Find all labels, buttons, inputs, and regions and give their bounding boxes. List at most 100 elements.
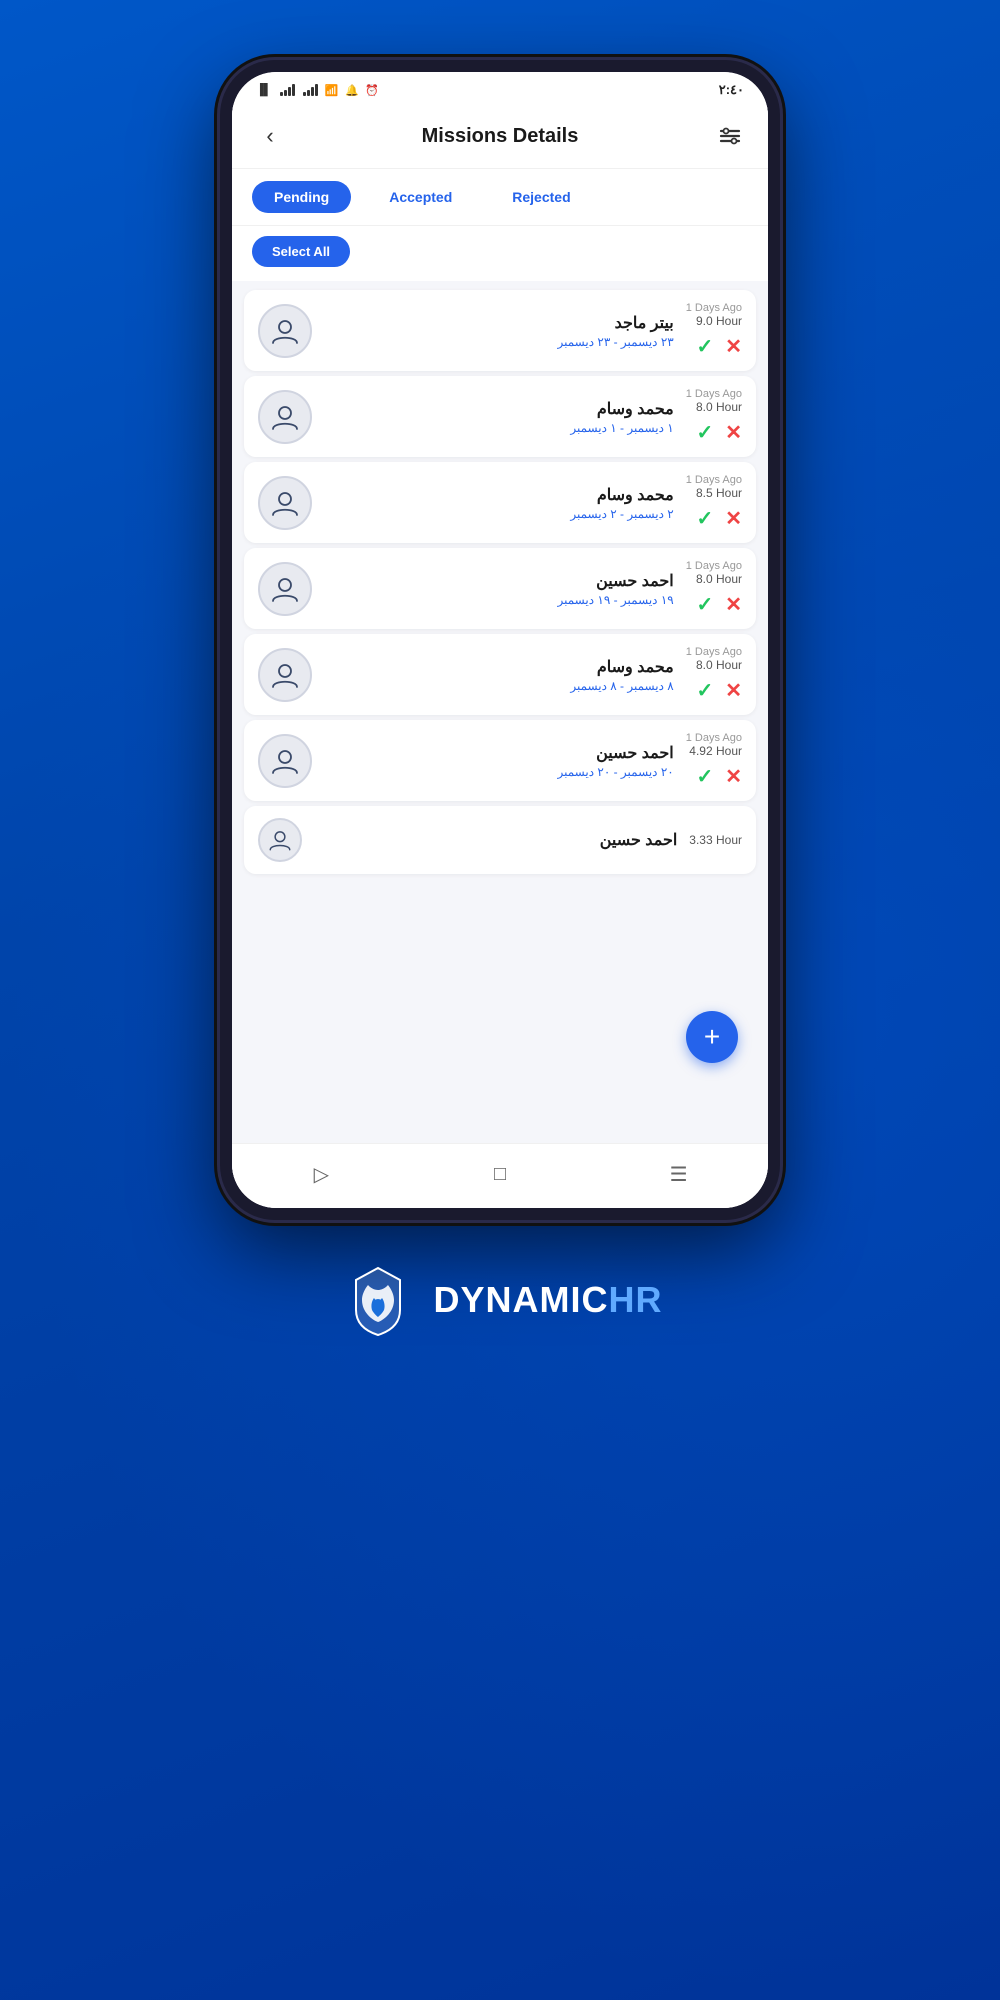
nav-home[interactable]: □ — [480, 1154, 520, 1194]
avatar — [258, 648, 312, 702]
signal-bar-2 — [303, 84, 318, 96]
mission-meta: 1 Days Ago 8.0 Hour — [686, 646, 742, 672]
mission-meta: 1 Days Ago 8.0 Hour — [686, 560, 742, 586]
status-bar: ▐▌ 📶 — [232, 72, 768, 104]
tab-pending[interactable]: Pending — [252, 181, 351, 213]
app-content: ‹ Missions Details Pending — [232, 104, 768, 1208]
action-btns: ✓ ✕ — [696, 592, 742, 617]
tab-rejected[interactable]: Rejected — [490, 181, 592, 213]
days-ago: 1 Days Ago — [686, 560, 742, 572]
nav-menu[interactable]: ☰ — [659, 1154, 699, 1194]
days-ago: 1 Days Ago — [686, 732, 742, 744]
avatar — [258, 390, 312, 444]
brand-logo-icon — [338, 1260, 418, 1340]
action-btns: ✓ ✕ — [696, 420, 742, 445]
reject-button[interactable]: ✕ — [725, 334, 742, 359]
days-ago: 1 Days Ago — [686, 302, 742, 314]
status-time: ٢:٤٠ — [719, 82, 744, 98]
mission-date: ٨ ديسمبر - ٨ ديسمبر — [324, 679, 674, 693]
mission-card-partial: احمد حسين 3.33 Hour — [244, 806, 756, 874]
bottom-nav: ▷ □ ☰ — [232, 1143, 768, 1208]
mission-card: بيتر ماجد ٢٣ ديسمبر - ٢٣ ديسمبر 1 Days A… — [244, 290, 756, 371]
mission-name: محمد وسام — [324, 657, 674, 677]
brand-name: DYNAMICHR — [434, 1279, 663, 1321]
mission-info: احمد حسين ٢٠ ديسمبر - ٢٠ ديسمبر — [324, 743, 674, 779]
hours: 4.92 Hour — [686, 744, 742, 758]
brand-footer: DYNAMICHR — [338, 1260, 663, 1340]
alarm-icon: ⏰ — [365, 84, 379, 97]
avatar — [258, 304, 312, 358]
mission-card: محمد وسام ١ ديسمبر - ١ ديسمبر 1 Days Ago… — [244, 376, 756, 457]
hours: 8.5 Hour — [686, 486, 742, 500]
avatar — [258, 562, 312, 616]
battery-icon: ▐▌ — [256, 84, 272, 96]
phone-frame: ▐▌ 📶 — [220, 60, 780, 1220]
phone-wrapper: ▐▌ 📶 — [220, 60, 780, 1220]
mission-date: ٢٣ ديسمبر - ٢٣ ديسمبر — [324, 335, 674, 349]
mission-meta: 1 Days Ago 8.5 Hour — [686, 474, 742, 500]
nav-play[interactable]: ▷ — [301, 1154, 341, 1194]
accept-button[interactable]: ✓ — [696, 592, 713, 617]
mission-actions: 1 Days Ago 9.0 Hour ✓ ✕ — [686, 302, 742, 359]
missions-list[interactable]: بيتر ماجد ٢٣ ديسمبر - ٢٣ ديسمبر 1 Days A… — [232, 281, 768, 1143]
mission-meta: 1 Days Ago 8.0 Hour — [686, 388, 742, 414]
filter-button[interactable] — [712, 118, 748, 154]
hours: 8.0 Hour — [686, 400, 742, 414]
mission-actions: 1 Days Ago 8.0 Hour ✓ ✕ — [686, 388, 742, 445]
mission-actions: 1 Days Ago 8.0 Hour ✓ ✕ — [686, 646, 742, 703]
mission-name: احمد حسين — [314, 830, 677, 850]
hours: 3.33 Hour — [689, 833, 742, 847]
tab-accepted[interactable]: Accepted — [367, 181, 474, 213]
accept-button[interactable]: ✓ — [696, 334, 713, 359]
accept-button[interactable]: ✓ — [696, 678, 713, 703]
phone-screen: ▐▌ 📶 — [232, 72, 768, 1208]
reject-button[interactable]: ✕ — [725, 764, 742, 789]
mission-card: احمد حسين ٢٠ ديسمبر - ٢٠ ديسمبر 1 Days A… — [244, 720, 756, 801]
select-all-button[interactable]: Select All — [252, 236, 350, 267]
mission-info: محمد وسام ٨ ديسمبر - ٨ ديسمبر — [324, 657, 674, 693]
fab-button[interactable]: + — [686, 1011, 738, 1063]
reject-button[interactable]: ✕ — [725, 506, 742, 531]
reject-button[interactable]: ✕ — [725, 678, 742, 703]
mission-name: احمد حسين — [324, 743, 674, 763]
accept-button[interactable]: ✓ — [696, 764, 713, 789]
mission-card: محمد وسام ٨ ديسمبر - ٨ ديسمبر 1 Days Ago… — [244, 634, 756, 715]
mission-info: محمد وسام ٢ ديسمبر - ٢ ديسمبر — [324, 485, 674, 521]
avatar — [258, 734, 312, 788]
action-btns: ✓ ✕ — [696, 764, 742, 789]
mission-date: ٢ ديسمبر - ٢ ديسمبر — [324, 507, 674, 521]
avatar — [258, 476, 312, 530]
hours: 9.0 Hour — [686, 314, 742, 328]
mission-card: احمد حسين ١٩ ديسمبر - ١٩ ديسمبر 1 Days A… — [244, 548, 756, 629]
reject-button[interactable]: ✕ — [725, 420, 742, 445]
page-title: Missions Details — [422, 125, 579, 148]
signal-bar-1 — [280, 84, 295, 96]
action-btns: ✓ ✕ — [696, 678, 742, 703]
status-left: ▐▌ 📶 — [256, 84, 379, 97]
mission-info: احمد حسين — [314, 830, 677, 850]
header: ‹ Missions Details — [232, 104, 768, 169]
avatar — [258, 818, 302, 862]
mission-name: احمد حسين — [324, 571, 674, 591]
wifi-icon: 📶 — [325, 84, 339, 97]
hours: 8.0 Hour — [686, 572, 742, 586]
mission-name: بيتر ماجد — [324, 313, 674, 333]
days-ago: 1 Days Ago — [686, 474, 742, 486]
mission-actions: 1 Days Ago 8.0 Hour ✓ ✕ — [686, 560, 742, 617]
mission-date: ١٩ ديسمبر - ١٩ ديسمبر — [324, 593, 674, 607]
notification-icon: 🔔 — [345, 84, 359, 97]
mission-meta: 1 Days Ago 4.92 Hour — [686, 732, 742, 758]
accept-button[interactable]: ✓ — [696, 506, 713, 531]
tabs-container: Pending Accepted Rejected — [232, 169, 768, 226]
mission-date: ١ ديسمبر - ١ ديسمبر — [324, 421, 674, 435]
mission-actions: 3.33 Hour — [689, 833, 742, 847]
back-button[interactable]: ‹ — [252, 118, 288, 154]
select-all-bar: Select All — [232, 226, 768, 281]
accept-button[interactable]: ✓ — [696, 420, 713, 445]
mission-meta: 1 Days Ago 9.0 Hour — [686, 302, 742, 328]
mission-name: محمد وسام — [324, 485, 674, 505]
reject-button[interactable]: ✕ — [725, 592, 742, 617]
mission-date: ٢٠ ديسمبر - ٢٠ ديسمبر — [324, 765, 674, 779]
action-btns: ✓ ✕ — [696, 506, 742, 531]
mission-name: محمد وسام — [324, 399, 674, 419]
